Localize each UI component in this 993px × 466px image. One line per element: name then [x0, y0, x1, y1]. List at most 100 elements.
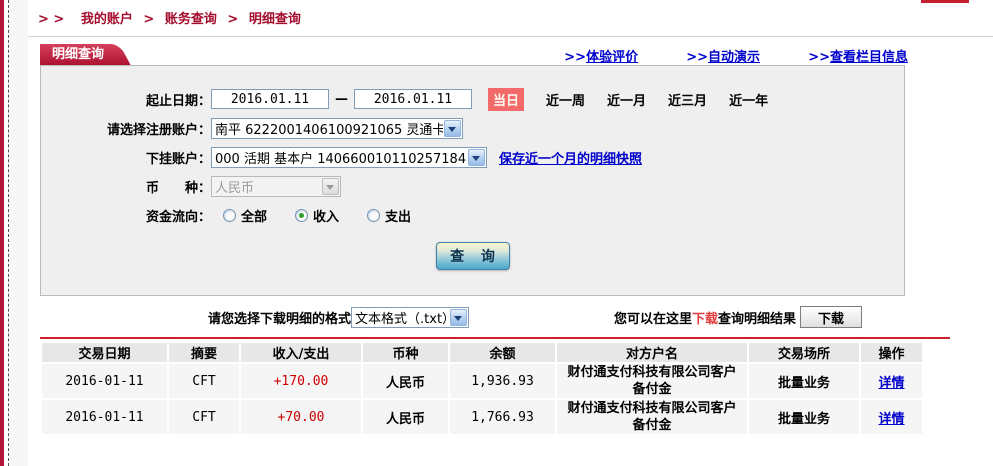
radio-icon[interactable]	[367, 209, 380, 222]
download-hint-group: 您可以在这里下载查询明细结果 下载	[614, 306, 862, 328]
table-header-row: 交易日期 摘要 收入/支出 币种 余额 对方户名 交易场所 操作	[42, 343, 922, 362]
col-header-date: 交易日期	[42, 343, 167, 362]
range-week-button[interactable]: 近一周	[546, 90, 585, 109]
currency-value: 人民币	[212, 177, 321, 196]
chevron-down-icon	[444, 120, 461, 137]
download-button[interactable]: 下载	[800, 306, 862, 328]
cell-currency: 人民币	[363, 400, 448, 434]
table-row: 2016-01-11 CFT +70.00 人民币 1,766.93 财付通支付…	[42, 400, 922, 434]
radio-icon[interactable]	[223, 209, 236, 222]
download-row: 请您选择下载明细的格式 文本格式（.txt） 您可以在这里下载查询明细结果 下载	[40, 305, 908, 329]
tab-detail-query[interactable]: 明细查询	[40, 44, 110, 65]
cell-currency: 人民币	[363, 364, 448, 398]
chevron-down-icon	[322, 178, 339, 195]
table-top-rule	[40, 337, 950, 339]
sub-account-label: 下挂账户：	[41, 148, 211, 167]
breadcrumb-item-my-account[interactable]: 我的账户	[81, 12, 133, 27]
breadcrumb-separator: >	[227, 12, 238, 27]
sub-account-row: 下挂账户： 000 活期 基本户 1406600101102571848 保存近…	[41, 146, 904, 168]
col-header-action: 操作	[861, 343, 922, 362]
main-content: 明细查询 >>体验评价 >>自动演示 >>查看栏目信息 起止日期： — 当日 近…	[40, 44, 908, 436]
col-header-currency: 币种	[363, 343, 448, 362]
link-experience-rating[interactable]: >>体验评价	[564, 50, 638, 65]
clipped-top-right-element	[921, 0, 969, 3]
link-label: 查看栏目信息	[830, 50, 908, 65]
left-red-strip	[0, 0, 4, 466]
horizontal-divider	[28, 36, 993, 37]
flow-direction-label: 资金流向：	[41, 206, 211, 225]
radio-label: 支出	[385, 206, 411, 225]
date-dash: —	[335, 92, 348, 107]
breadcrumb-item-detail-query[interactable]: 明细查询	[249, 12, 301, 27]
currency-label: 币 种：	[41, 177, 211, 196]
registered-account-label: 请选择注册账户：	[41, 119, 211, 138]
range-quarter-button[interactable]: 近三月	[668, 90, 707, 109]
breadcrumb-prefix: > >	[38, 12, 64, 27]
currency-select-disabled: 人民币	[211, 176, 341, 197]
registered-account-row: 请选择注册账户： 南平 6222001406100921065 灵通卡	[41, 117, 904, 139]
detail-link[interactable]: 详情	[878, 376, 904, 391]
link-prefix: >>	[686, 50, 708, 65]
cell-summary: CFT	[169, 364, 239, 398]
query-button-row: 查 询	[41, 242, 904, 270]
currency-row: 币 种： 人民币	[41, 175, 904, 197]
cell-balance: 1,936.93	[450, 364, 555, 398]
col-header-balance: 余额	[450, 343, 555, 362]
range-today-button[interactable]: 当日	[488, 88, 524, 111]
link-label: 体验评价	[586, 50, 638, 65]
radio-icon-selected[interactable]	[295, 209, 308, 222]
download-format-select[interactable]: 文本格式（.txt）	[351, 307, 469, 328]
cell-balance: 1,766.93	[450, 400, 555, 434]
breadcrumb-separator: >	[143, 12, 154, 27]
quick-links: >>体验评价 >>自动演示 >>查看栏目信息	[520, 44, 908, 65]
query-form-panel: 起止日期： — 当日 近一周 近一月 近三月 近一年 请选择注册账户： 南平 6…	[40, 65, 905, 296]
hint-text: 查询明细结果	[718, 312, 796, 327]
end-date-input[interactable]	[354, 89, 472, 109]
transactions-table: 交易日期 摘要 收入/支出 币种 余额 对方户名 交易场所 操作 2016-01…	[40, 341, 924, 436]
hint-highlight: 下载	[692, 312, 718, 327]
col-header-counterparty: 对方户名	[557, 343, 747, 362]
chevron-down-icon	[468, 149, 485, 166]
detail-link[interactable]: 详情	[878, 412, 904, 427]
table-row: 2016-01-11 CFT +170.00 人民币 1,936.93 财付通支…	[42, 364, 922, 398]
download-format-label: 请您选择下载明细的格式	[208, 308, 351, 327]
account-detail-query-page: { "breadcrumb": { "prefix": "> >", "sepa…	[0, 0, 993, 466]
cell-amount: +170.00	[241, 364, 361, 398]
link-view-column-info[interactable]: >>查看栏目信息	[808, 50, 908, 65]
registered-account-value: 南平 6222001406100921065 灵通卡	[212, 119, 443, 138]
cell-date: 2016-01-11	[42, 400, 167, 434]
start-date-input[interactable]	[211, 89, 329, 109]
hint-text: 您可以在这里	[614, 312, 692, 327]
download-format-value: 文本格式（.txt）	[352, 308, 449, 327]
range-month-button[interactable]: 近一月	[607, 90, 646, 109]
registered-account-select[interactable]: 南平 6222001406100921065 灵通卡	[211, 118, 463, 139]
col-header-amount: 收入/支出	[241, 343, 361, 362]
radio-option-expense[interactable]: 支出	[367, 206, 411, 225]
radio-label: 全部	[241, 206, 267, 225]
sub-account-select[interactable]: 000 活期 基本户 1406600101102571848	[211, 147, 487, 168]
left-gray-column	[9, 0, 28, 466]
col-header-venue: 交易场所	[749, 343, 859, 362]
query-button[interactable]: 查 询	[436, 242, 510, 270]
link-prefix: >>	[808, 50, 830, 65]
download-hint: 您可以在这里下载查询明细结果	[614, 308, 796, 327]
cell-venue: 批量业务	[749, 364, 859, 398]
cell-amount: +70.00	[241, 400, 361, 434]
chevron-down-icon	[450, 309, 467, 326]
link-auto-demo[interactable]: >>自动演示	[686, 50, 760, 65]
save-snapshot-link[interactable]: 保存近一个月的明细快照	[499, 148, 642, 167]
col-header-summary: 摘要	[169, 343, 239, 362]
breadcrumb-item-account-query[interactable]: 账务查询	[165, 12, 217, 27]
section-header: 明细查询 >>体验评价 >>自动演示 >>查看栏目信息	[40, 44, 908, 65]
cell-date: 2016-01-11	[42, 364, 167, 398]
date-range-label: 起止日期：	[41, 90, 211, 109]
link-label: 自动演示	[708, 50, 760, 65]
radio-option-income[interactable]: 收入	[295, 206, 339, 225]
flow-direction-row: 资金流向： 全部 收入 支出	[41, 204, 904, 226]
breadcrumb: > > 我的账户 > 账务查询 > 明细查询	[38, 8, 301, 27]
cell-summary: CFT	[169, 400, 239, 434]
cell-venue: 批量业务	[749, 400, 859, 434]
range-year-button[interactable]: 近一年	[729, 90, 768, 109]
link-prefix: >>	[564, 50, 586, 65]
radio-option-all[interactable]: 全部	[223, 206, 267, 225]
